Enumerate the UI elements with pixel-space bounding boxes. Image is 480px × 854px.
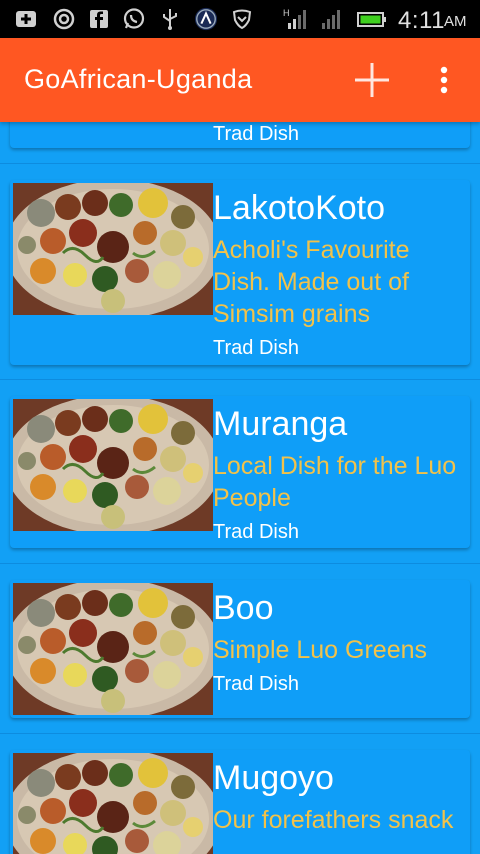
list-divider	[0, 563, 480, 564]
list-item[interactable]: LakotoKoto Acholi's Favourite Dish. Made…	[10, 180, 470, 365]
dish-name: Mugoyo	[213, 759, 334, 797]
more-vert-icon	[440, 66, 448, 94]
dish-description: Acholi's Favourite Dish. Made out of Sim…	[213, 236, 410, 328]
vpn-icon	[194, 7, 218, 31]
list-item[interactable]: Boo Simple Luo Greens Trad Dish	[10, 580, 470, 718]
usb-icon	[158, 7, 182, 31]
clock-time: 4:11	[398, 7, 445, 34]
dish-description: Our forefathers snack	[213, 806, 454, 834]
signal-icon: H	[282, 7, 310, 31]
status-bar: H 4:11 AM	[0, 0, 480, 38]
app-title: GoAfrican-Uganda	[24, 64, 253, 94]
battery-icon	[356, 7, 388, 31]
sync-icon	[52, 7, 76, 31]
list-divider	[0, 163, 480, 164]
add-notification-icon	[14, 7, 38, 31]
dish-name: LakotoKoto	[213, 189, 386, 227]
dish-category: Trad Dish	[213, 337, 299, 359]
dish-name: Boo	[213, 589, 274, 627]
dish-category: Trad Dish	[213, 123, 299, 145]
dish-category: Trad Dish	[213, 673, 299, 695]
dish-list[interactable]: Trad Dish LakotoKoto Acholi's Favourite …	[0, 122, 480, 854]
list-item[interactable]: Muranga Local Dish for the Luo People Tr…	[10, 396, 470, 548]
list-divider	[0, 379, 480, 380]
list-item[interactable]: Trad Dish	[10, 122, 470, 148]
whatsapp-icon	[122, 7, 146, 31]
overflow-menu-button[interactable]	[420, 56, 468, 104]
facebook-icon	[87, 7, 111, 31]
app-bar: GoAfrican-Uganda	[0, 38, 480, 122]
dish-image	[13, 753, 213, 854]
list-divider	[0, 733, 480, 734]
plus-icon	[355, 63, 389, 97]
add-button[interactable]	[348, 56, 396, 104]
list-item[interactable]: Mugoyo Our forefathers snack	[10, 750, 470, 854]
signal-icon-2	[318, 7, 346, 31]
shield-icon	[230, 7, 254, 31]
dish-description: Local Dish for the Luo People	[213, 452, 457, 512]
dish-description: Simple Luo Greens	[213, 636, 428, 664]
dish-image	[13, 583, 213, 715]
network-type-label: H	[283, 8, 290, 18]
dish-name: Muranga	[213, 405, 348, 443]
clock-ampm: AM	[444, 13, 467, 30]
dish-image	[13, 399, 213, 531]
dish-category: Trad Dish	[213, 521, 299, 543]
dish-image	[13, 183, 213, 315]
